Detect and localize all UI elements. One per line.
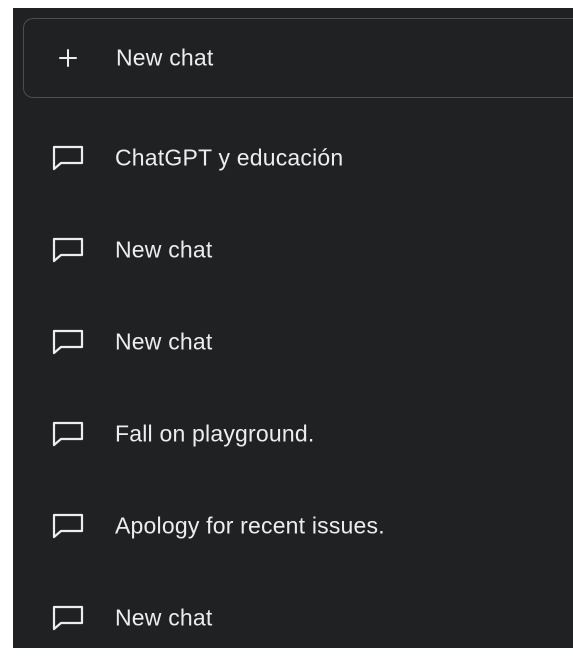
- chat-bubble-icon: [52, 145, 84, 171]
- chat-bubble-icon: [52, 605, 84, 631]
- chat-history-label: New chat: [115, 328, 213, 355]
- chat-bubble-icon: [52, 513, 84, 539]
- chat-bubble-icon: [52, 237, 84, 263]
- chat-history-label: ChatGPT y educación: [115, 144, 344, 171]
- chat-history-item[interactable]: New chat: [13, 204, 573, 296]
- chat-history-list: ChatGPT y educación New chat New chat Fa…: [13, 112, 573, 648]
- chat-history-label: Fall on playground.: [115, 420, 315, 447]
- chat-history-item[interactable]: New chat: [13, 572, 573, 648]
- chat-history-item[interactable]: Apology for recent issues.: [13, 480, 573, 572]
- new-chat-label: New chat: [116, 44, 214, 71]
- chat-history-label: New chat: [115, 604, 213, 631]
- chat-history-item[interactable]: ChatGPT y educación: [13, 112, 573, 204]
- new-chat-button[interactable]: New chat: [23, 18, 573, 98]
- chat-sidebar: New chat ChatGPT y educación New chat Ne…: [13, 8, 573, 648]
- chat-history-label: Apology for recent issues.: [115, 512, 385, 539]
- chat-history-item[interactable]: Fall on playground.: [13, 388, 573, 480]
- chat-bubble-icon: [52, 329, 84, 355]
- chat-bubble-icon: [52, 421, 84, 447]
- chat-history-item[interactable]: New chat: [13, 296, 573, 388]
- chat-history-label: New chat: [115, 236, 213, 263]
- plus-icon: [59, 49, 77, 67]
